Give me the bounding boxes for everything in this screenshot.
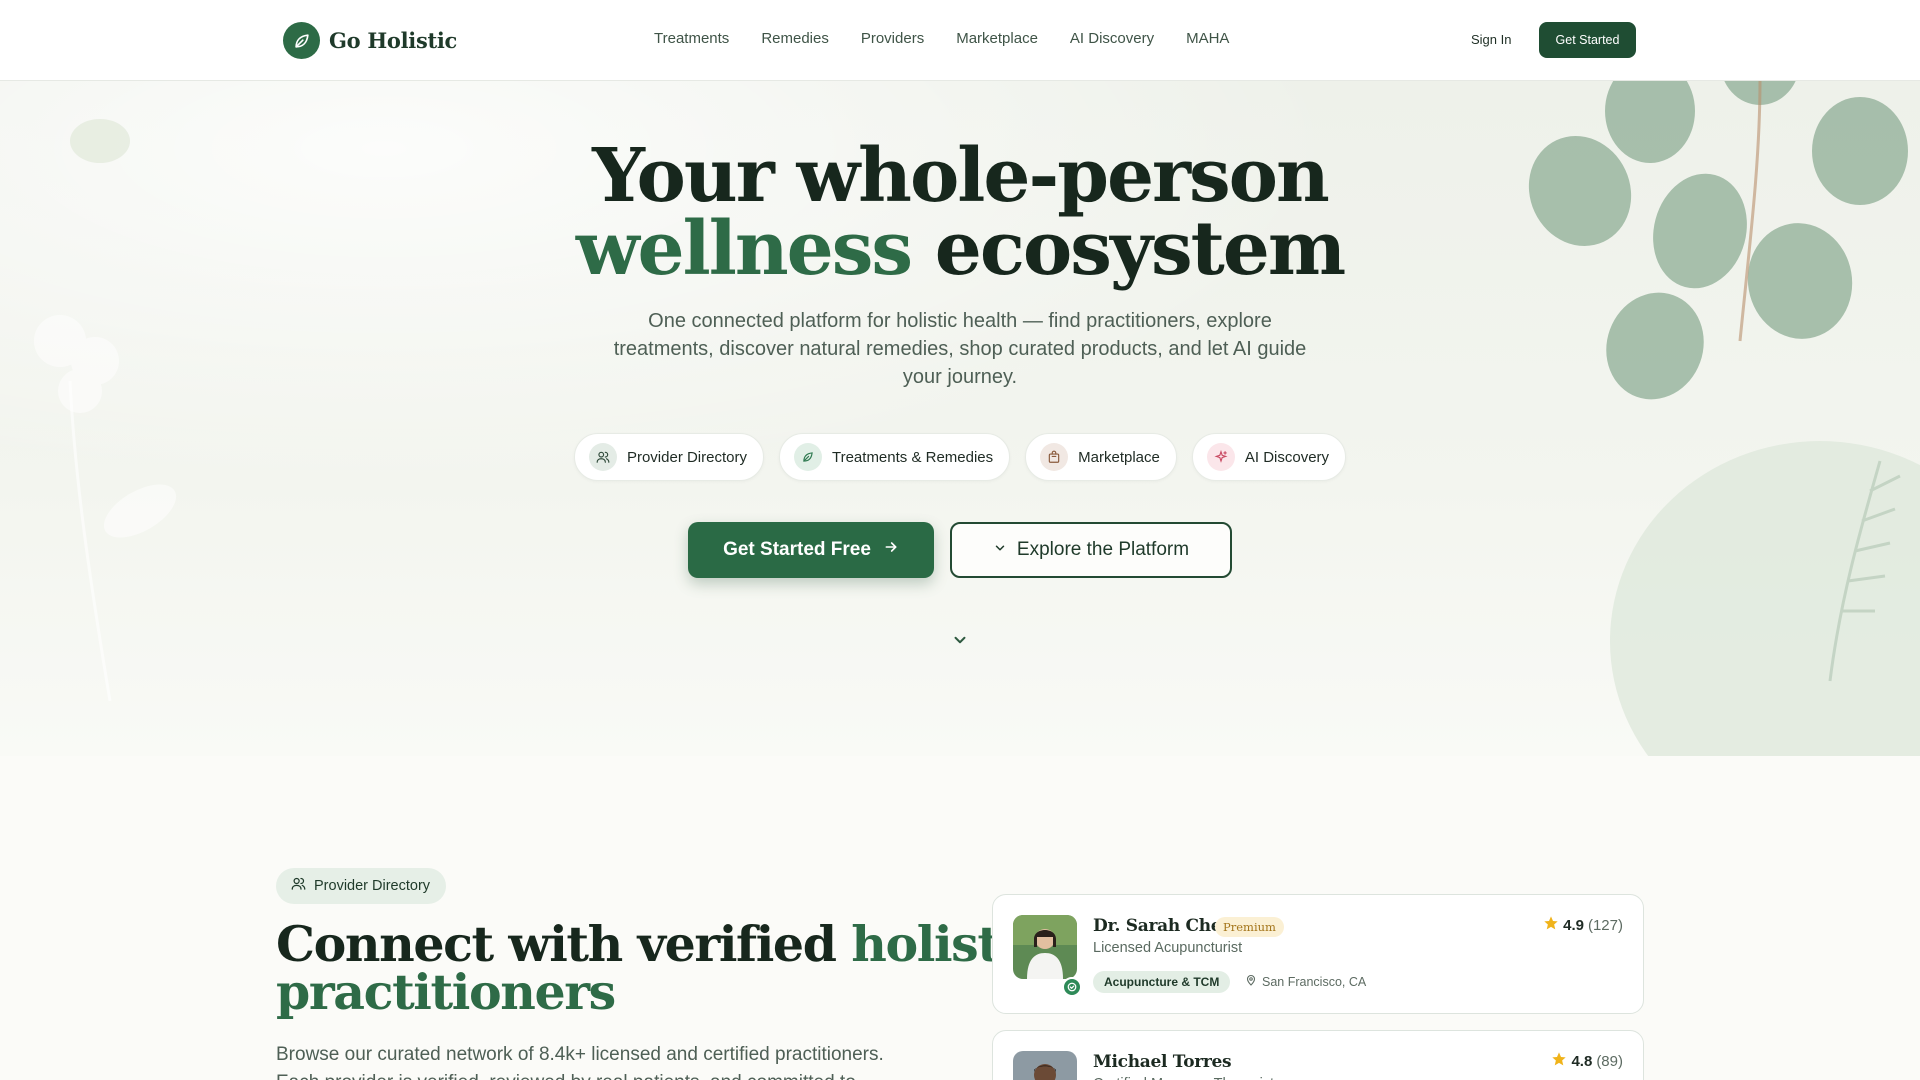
shopping-bag-icon: [1040, 443, 1069, 471]
feature-chips: Provider Directory Treatments & Remedies…: [0, 433, 1920, 481]
premium-badge: Premium: [1215, 917, 1284, 937]
chip-treatments-remedies[interactable]: Treatments & Remedies: [778, 433, 1011, 481]
section-title-line1: Connect with verified holistic: [276, 919, 1046, 969]
section-body: Browse our curated network of 8.4k+ lice…: [276, 1044, 884, 1080]
review-count: (89): [1596, 1052, 1623, 1070]
get-started-button[interactable]: Get Started: [1539, 22, 1636, 58]
provider-name[interactable]: Dr. Sarah Chen: [1093, 916, 1234, 936]
provider-role: Licensed Acupuncturist: [1093, 940, 1243, 956]
cta-label: Get Started Free: [723, 539, 871, 560]
chip-label: Treatments & Remedies: [831, 448, 994, 466]
chip-label: AI Discovery: [1244, 448, 1330, 466]
nav-item-ai-discovery[interactable]: AI Discovery: [1070, 30, 1154, 47]
get-started-free-button[interactable]: Get Started Free: [688, 522, 934, 578]
site-header: Go Holistic Treatments Remedies Provider…: [0, 0, 1920, 81]
rating-value: 4.8: [1571, 1052, 1593, 1070]
provider-role: Certified Massage Therapist: [1093, 1076, 1274, 1080]
leaf-logo-icon: [283, 22, 320, 59]
provider-card[interactable]: Michael Torres Certified Massage Therapi…: [992, 1030, 1644, 1080]
hero-title-rest: ecosystem: [934, 206, 1346, 292]
hero-title-highlight: wellness: [575, 206, 913, 292]
rating-value: 4.9: [1563, 916, 1584, 934]
star-icon: [1543, 915, 1559, 935]
nav-item-maha[interactable]: MAHA: [1186, 30, 1229, 47]
chip-ai-discovery[interactable]: AI Discovery: [1191, 433, 1347, 481]
provider-directory-badge: Provider Directory: [276, 868, 447, 904]
provider-location: San Francisco, CA: [1245, 974, 1366, 989]
chevron-down-icon: [993, 539, 1007, 561]
location-text: San Francisco, CA: [1262, 974, 1367, 989]
provider-rating: 4.9 (127): [1543, 915, 1623, 935]
nav-item-remedies[interactable]: Remedies: [761, 30, 829, 47]
hero-title-line1: Your whole-person: [592, 133, 1330, 219]
explore-platform-button[interactable]: Explore the Platform: [950, 522, 1232, 578]
map-pin-icon: [1245, 974, 1257, 989]
section-title-line2: practitioners: [276, 963, 616, 1021]
users-icon: [588, 443, 617, 471]
hero-title-line2: wellness ecosystem: [0, 212, 1920, 286]
brand-logo[interactable]: Go Holistic: [283, 22, 457, 59]
nav-item-providers[interactable]: Providers: [861, 30, 924, 47]
avatar: [1013, 1051, 1077, 1080]
review-count: (127): [1587, 916, 1623, 934]
chip-provider-directory[interactable]: Provider Directory: [573, 433, 764, 481]
sparkle-icon: [1206, 443, 1235, 471]
provider-rating: 4.8 (89): [1551, 1051, 1623, 1071]
main-nav: Treatments Remedies Providers Marketplac…: [654, 30, 1229, 47]
badge-label: Provider Directory: [314, 878, 431, 894]
scroll-down-chevron-icon[interactable]: [951, 631, 969, 654]
specialty-tag: Acupuncture & TCM: [1093, 971, 1231, 993]
nav-item-marketplace[interactable]: Marketplace: [956, 30, 1038, 47]
star-icon: [1551, 1051, 1567, 1071]
hero-cta-group: Get Started Free Explore the Platform: [0, 522, 1920, 578]
chip-marketplace[interactable]: Marketplace: [1025, 433, 1177, 481]
arrow-right-icon: [883, 539, 899, 561]
avatar: [1013, 915, 1077, 979]
chip-label: Provider Directory: [626, 448, 747, 466]
provider-card[interactable]: Dr. Sarah Chen Premium Licensed Acupunct…: [992, 894, 1644, 1014]
users-icon: [291, 876, 306, 896]
sign-in-link[interactable]: Sign In: [1471, 32, 1511, 47]
chip-label: Marketplace: [1078, 448, 1160, 466]
provider-name[interactable]: Michael Torres: [1093, 1052, 1232, 1072]
brand-name: Go Holistic: [329, 28, 458, 53]
verified-check-icon: [1062, 977, 1082, 997]
hero-section: Your whole-person wellness ecosystem One…: [0, 81, 1920, 756]
leaf-icon: [793, 443, 822, 471]
hero-subtitle: One connected platform for holistic heal…: [613, 310, 1307, 388]
nav-item-treatments[interactable]: Treatments: [654, 30, 729, 47]
cta-label: Explore the Platform: [1016, 539, 1190, 560]
